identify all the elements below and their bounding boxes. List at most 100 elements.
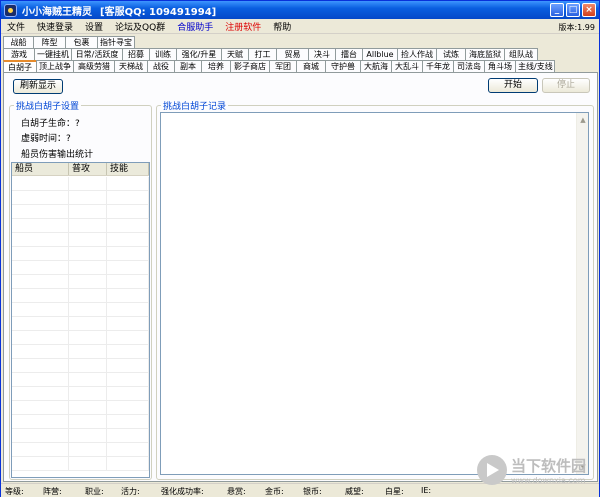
table-cell [69,345,107,358]
tab-millennium-dragon[interactable]: 千年龙 [422,60,454,72]
tab-talent[interactable]: 天赋 [221,48,249,60]
table-row [12,261,149,275]
tab-trade[interactable]: 贸易 [276,48,309,60]
tab-voyage[interactable]: 大航海 [360,60,392,72]
tab-brawl[interactable]: 大乱斗 [391,60,423,72]
version-label: 版本:1.99 [558,23,595,32]
damage-table-body [12,177,149,477]
log-textarea[interactable]: ▲ ▼ [160,112,589,475]
table-cell [69,247,107,260]
menu-forum-qq[interactable]: 论坛及QQ群 [109,20,171,33]
refresh-button[interactable]: 刷新显示 [13,79,63,94]
tab-mall[interactable]: 商城 [296,60,326,72]
table-cell [69,191,107,204]
status-energy: 活力: [121,487,140,496]
tab-warship[interactable]: 战船 [3,36,34,48]
column-skill[interactable]: 技能 [107,163,149,175]
watermark-play-icon [477,455,507,485]
table-cell [107,457,149,470]
tab-team-battle[interactable]: 组队战 [504,48,538,60]
window-controls: _ □ × [550,3,596,17]
table-row [12,373,149,387]
tab-enhance[interactable]: 强化/升星 [176,48,222,60]
table-cell [69,205,107,218]
status-enhance-rate: 强化成功率: [161,487,204,496]
damage-table[interactable]: 船员 普攻 技能 [11,162,150,478]
tab-train[interactable]: 训练 [149,48,177,60]
table-cell [107,387,149,400]
table-cell [107,247,149,260]
table-cell [12,205,69,218]
table-cell [107,233,149,246]
menu-merge-helper[interactable]: 合服助手 [171,20,219,33]
scroll-up-icon[interactable]: ▲ [578,115,588,125]
tab-auto-hangup[interactable]: 一键挂机 [34,48,72,60]
table-cell [107,289,149,302]
tab-treasure[interactable]: 指针寻宝 [97,36,135,48]
table-cell [107,191,149,204]
tab-trial[interactable]: 试炼 [436,48,466,60]
table-row [12,317,149,331]
tab-bag[interactable]: 包裹 [65,36,98,48]
table-row [12,303,149,317]
menu-quick-login[interactable]: 快速登录 [31,20,79,33]
table-cell [107,359,149,372]
column-crew[interactable]: 船员 [12,163,69,175]
tab-pickup-battle[interactable]: 捡人作战 [397,48,437,60]
table-cell [69,233,107,246]
tab-formation[interactable]: 阵型 [33,36,66,48]
minimize-icon[interactable]: _ [550,3,564,17]
maximize-icon[interactable]: □ [566,3,580,17]
stop-button[interactable]: 停止 [542,78,590,93]
title-bar[interactable]: 小小海贼王精灵 [客服QQ: 109491994] _ □ × [1,1,599,19]
weak-time-field: 虚弱时间：? [21,131,71,144]
tab-summit-war[interactable]: 顶上战争 [36,60,74,72]
tab-allblue[interactable]: Allblue [362,48,398,60]
tab-recruit[interactable]: 招募 [122,48,150,60]
tab-colosseum[interactable]: 角斗场 [484,60,516,72]
table-cell [107,331,149,344]
tab-impel-down[interactable]: 海底监狱 [465,48,505,60]
tab-campaign[interactable]: 战役 [147,60,175,72]
table-row [12,331,149,345]
support-qq: [客服QQ: 109491994] [100,6,217,18]
watermark: 当下软件园 www.downxia.com [477,455,586,485]
table-cell [69,415,107,428]
table-cell [12,191,69,204]
menu-file[interactable]: 文件 [1,20,31,33]
table-cell [12,233,69,246]
tab-arena[interactable]: 擂台 [335,48,363,60]
status-class: 职业: [85,487,104,496]
tab-game[interactable]: 游戏 [3,48,35,60]
menu-register[interactable]: 注册软件 [219,20,267,33]
table-row [12,415,149,429]
tab-guardian[interactable]: 守护兽 [325,60,361,72]
tab-cultivate[interactable]: 培养 [201,60,231,72]
tab-legion[interactable]: 军团 [269,60,297,72]
table-cell [12,275,69,288]
table-cell [12,247,69,260]
table-cell [107,261,149,274]
tab-main-side-quest[interactable]: 主线/支线 [515,60,555,72]
table-cell [107,373,149,386]
tab-enies-lobby[interactable]: 司法岛 [453,60,485,72]
tab-dungeon[interactable]: 副本 [174,60,202,72]
weak-time-label: 虚弱时间： [21,134,67,144]
log-scrollbar[interactable]: ▲ ▼ [576,113,588,474]
menu-help[interactable]: 帮助 [267,20,297,33]
tab-ladder[interactable]: 天梯战 [114,60,148,72]
column-normal-attack[interactable]: 普攻 [69,163,107,175]
tab-advanced-hunt[interactable]: 高级劳猎 [73,60,115,72]
table-row [12,289,149,303]
table-cell [69,401,107,414]
table-cell [107,177,149,190]
start-button[interactable]: 开始 [488,78,538,93]
tab-duel[interactable]: 决斗 [308,48,336,60]
close-icon[interactable]: × [582,3,596,17]
whitebeard-life-value: ? [75,119,80,129]
tab-shadow-shop[interactable]: 影子商店 [230,60,270,72]
tab-work[interactable]: 打工 [248,48,277,60]
menu-settings[interactable]: 设置 [79,20,109,33]
tab-daily[interactable]: 日常/活跃度 [71,48,123,60]
table-cell [12,373,69,386]
